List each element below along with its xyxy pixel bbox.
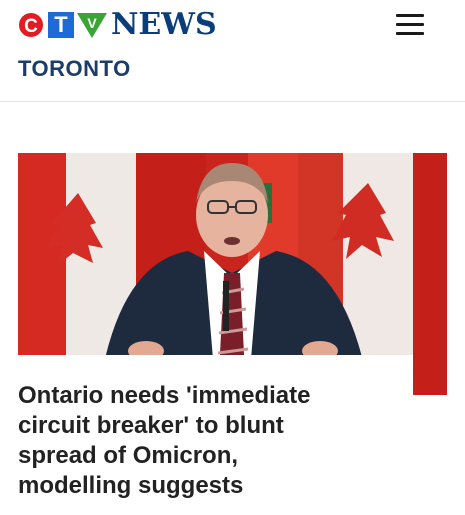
- logo-c-letter: C: [24, 16, 38, 37]
- logo-v-letter: V: [87, 15, 97, 31]
- hamburger-menu-icon[interactable]: [392, 12, 428, 38]
- edition-title[interactable]: TORONTO: [18, 56, 131, 82]
- headline-box[interactable]: Ontario needs 'immediate circuit breaker…: [18, 355, 413, 515]
- ctv-news-logo[interactable]: C T V NEWS: [18, 8, 217, 42]
- logo-v-mark: V: [77, 13, 107, 38]
- logo-news-word: NEWS: [111, 7, 217, 42]
- logo-t-mark: T: [48, 12, 74, 38]
- site-header: C T V NEWS TORONTO: [0, 0, 465, 102]
- logo-c-mark: C: [19, 13, 43, 37]
- story-headline[interactable]: Ontario needs 'immediate circuit breaker…: [18, 381, 348, 501]
- top-story-card[interactable]: Ontario needs 'immediate circuit breaker…: [18, 153, 447, 515]
